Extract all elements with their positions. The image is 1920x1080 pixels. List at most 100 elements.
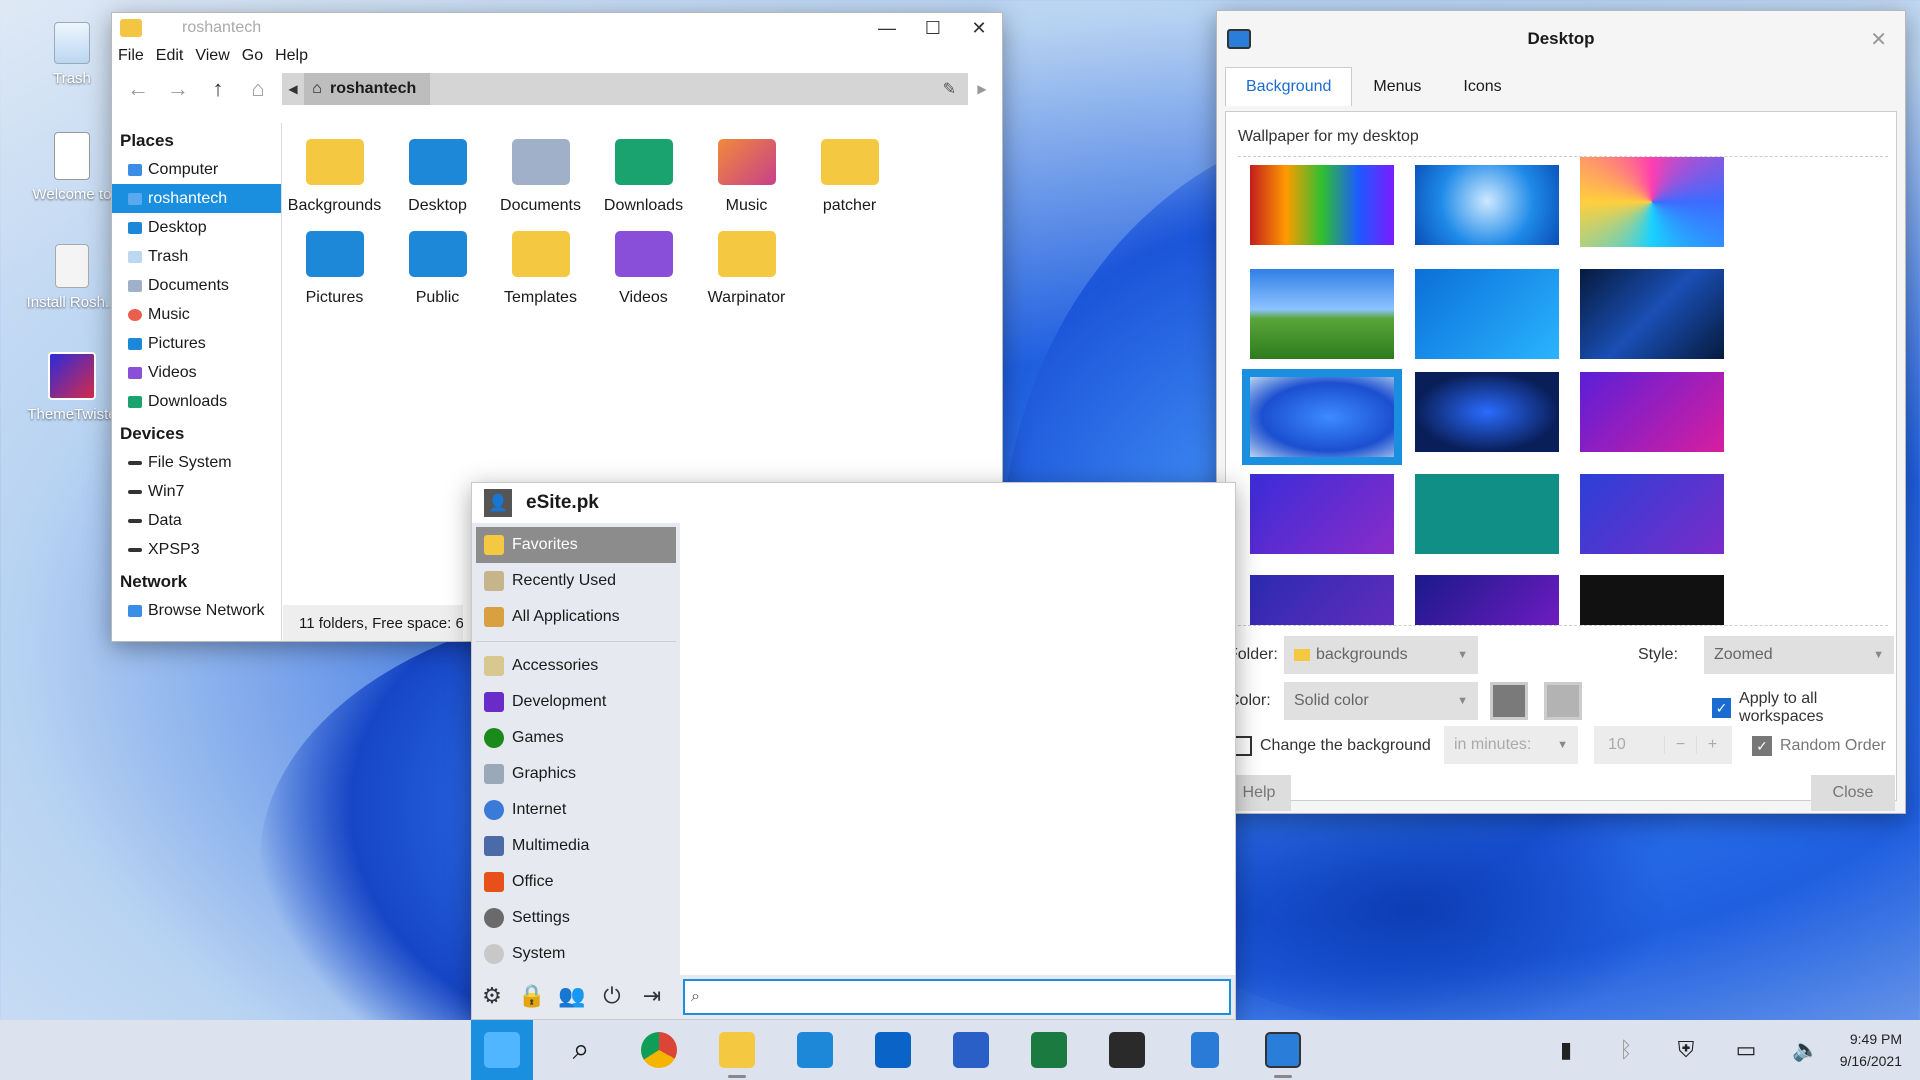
sidebar-item-pictures[interactable]: Pictures [112, 329, 281, 358]
taskbar-word[interactable] [940, 1020, 1002, 1080]
menu-item-office[interactable]: Office [472, 864, 680, 900]
sidebar-item-documents[interactable]: Documents [112, 271, 281, 300]
forward-icon[interactable]: → [158, 76, 198, 102]
color-swatch-secondary[interactable] [1544, 682, 1582, 720]
wallpaper-thumbnail[interactable] [1415, 165, 1559, 245]
bluetooth-icon[interactable]: ᛒ [1598, 1020, 1654, 1080]
apply-all-workspaces-checkbox[interactable]: ✓ Apply to all workspaces [1712, 690, 1896, 726]
menu-item-recently-used[interactable]: Recently Used [472, 563, 680, 599]
folder-item[interactable]: Backgrounds [283, 133, 386, 215]
menu-item-games[interactable]: Games [472, 720, 680, 756]
menu-edit[interactable]: Edit [156, 47, 184, 65]
close-button[interactable]: ✕ [956, 18, 1002, 39]
lock-icon[interactable]: 🔒 [512, 983, 552, 1009]
wallpaper-thumbnail[interactable] [1580, 474, 1724, 554]
logout-icon[interactable]: ⇥ [632, 983, 672, 1009]
decrement-button[interactable]: − [1664, 736, 1696, 754]
sidebar-item-trash[interactable]: Trash [112, 242, 281, 271]
settings-gear-icon[interactable]: ⚙ [472, 983, 512, 1009]
menu-item-multimedia[interactable]: Multimedia [472, 828, 680, 864]
folder-item[interactable]: Pictures [283, 225, 386, 307]
wallpaper-thumbnail[interactable] [1250, 165, 1394, 245]
power-icon[interactable]: ⏻ [592, 983, 632, 1009]
wallpaper-thumbnail[interactable] [1415, 372, 1559, 452]
menu-view[interactable]: View [195, 47, 229, 65]
sidebar-item-roshantech[interactable]: roshantech [112, 184, 281, 213]
tab-menus[interactable]: Menus [1352, 67, 1442, 106]
help-button[interactable]: Help [1227, 775, 1291, 811]
interval-unit-dropdown[interactable]: in minutes: ▼ [1444, 726, 1578, 764]
random-order-checkbox[interactable]: ✓ Random Order [1752, 736, 1886, 756]
folder-item[interactable]: Music [695, 133, 798, 215]
maximize-button[interactable]: ☐ [910, 18, 956, 39]
wallpaper-thumbnail[interactable] [1415, 474, 1559, 554]
up-icon[interactable]: ↑ [198, 76, 238, 102]
desktop-icon-themetwister[interactable]: ThemeTwiste [24, 352, 120, 423]
network-icon[interactable]: ▭ [1718, 1020, 1774, 1080]
color-swatch-primary[interactable] [1490, 682, 1528, 720]
folder-item[interactable]: Documents [489, 133, 592, 215]
menu-item-all-applications[interactable]: All Applications [472, 599, 680, 635]
tab-icons[interactable]: Icons [1442, 67, 1522, 106]
folder-item[interactable]: Templates [489, 225, 592, 307]
home-icon[interactable]: ⌂ [238, 76, 278, 102]
sidebar-item-browse-network[interactable]: Browse Network [112, 596, 281, 625]
sidebar-item-file-system[interactable]: File System [112, 448, 281, 477]
folder-item[interactable]: Warpinator [695, 225, 798, 307]
tab-background[interactable]: Background [1225, 67, 1353, 106]
back-icon[interactable]: ← [118, 76, 158, 102]
clock[interactable]: 9:49 PM 9/16/2021 [1840, 1028, 1902, 1072]
wallpaper-thumbnail[interactable] [1415, 575, 1559, 625]
start-button[interactable] [471, 1020, 533, 1080]
sidebar-item-xpsp3[interactable]: XPSP3 [112, 535, 281, 564]
sidebar-item-downloads[interactable]: Downloads [112, 387, 281, 416]
menu-item-system[interactable]: System [472, 936, 680, 972]
menu-file[interactable]: File [118, 47, 144, 65]
desktop-icon-trash[interactable]: Trash [24, 22, 120, 87]
taskbar-terminal[interactable] [1096, 1020, 1158, 1080]
menu-item-graphics[interactable]: Graphics [472, 756, 680, 792]
wallpaper-thumbnail[interactable] [1580, 575, 1724, 625]
path-scroll-left-icon[interactable]: ◀ [282, 82, 304, 96]
interval-value[interactable]: 10 [1594, 736, 1664, 754]
wallpaper-thumbnail[interactable] [1580, 157, 1724, 247]
volume-icon[interactable]: 🔈 [1778, 1020, 1834, 1080]
wallpaper-grid[interactable] [1238, 156, 1888, 626]
menu-go[interactable]: Go [242, 47, 263, 65]
wallpaper-thumbnail[interactable] [1580, 372, 1724, 452]
desktop-icon-welcome[interactable]: Welcome to [24, 132, 120, 203]
sidebar-item-videos[interactable]: Videos [112, 358, 281, 387]
change-background-checkbox[interactable]: Change the background [1232, 736, 1431, 756]
wallpaper-thumbnail[interactable] [1580, 269, 1724, 359]
menu-item-accessories[interactable]: Accessories [472, 648, 680, 684]
folder-dropdown[interactable]: backgrounds ▼ [1284, 636, 1478, 674]
taskbar-outlook[interactable] [862, 1020, 924, 1080]
menu-item-settings[interactable]: Settings [472, 900, 680, 936]
folder-item[interactable]: patcher [798, 133, 901, 215]
menu-help[interactable]: Help [275, 47, 308, 65]
folder-item[interactable]: Downloads [592, 133, 695, 215]
folder-item[interactable]: Desktop [386, 133, 489, 215]
folder-item[interactable]: Public [386, 225, 489, 307]
path-segment-home[interactable]: ⌂ roshantech [304, 73, 431, 105]
menu-item-favorites[interactable]: Favorites [476, 527, 676, 563]
taskbar-file-manager[interactable] [706, 1020, 768, 1080]
close-button[interactable]: Close [1811, 775, 1895, 811]
increment-button[interactable]: + [1696, 736, 1728, 754]
sidebar-item-win7[interactable]: Win7 [112, 477, 281, 506]
close-icon[interactable]: ✕ [1870, 27, 1887, 52]
path-scroll-right-icon[interactable]: ▶ [968, 82, 996, 96]
taskbar-chrome[interactable] [628, 1020, 690, 1080]
desktop-icon-install[interactable]: Install Rosh... [24, 244, 120, 311]
sidebar-item-music[interactable]: Music [112, 300, 281, 329]
wallpaper-thumbnail[interactable] [1415, 269, 1559, 359]
color-dropdown[interactable]: Solid color ▼ [1284, 682, 1478, 720]
sidebar-item-data[interactable]: Data [112, 506, 281, 535]
wallpaper-thumbnail-selected[interactable] [1242, 369, 1402, 465]
taskbar-store[interactable] [784, 1020, 846, 1080]
style-dropdown[interactable]: Zoomed ▼ [1704, 636, 1894, 674]
search-input[interactable]: ⌕ [683, 979, 1231, 1015]
edit-path-icon[interactable]: ✎ [943, 79, 956, 99]
switch-user-icon[interactable]: 👥 [552, 983, 592, 1009]
menu-item-development[interactable]: Development [472, 684, 680, 720]
